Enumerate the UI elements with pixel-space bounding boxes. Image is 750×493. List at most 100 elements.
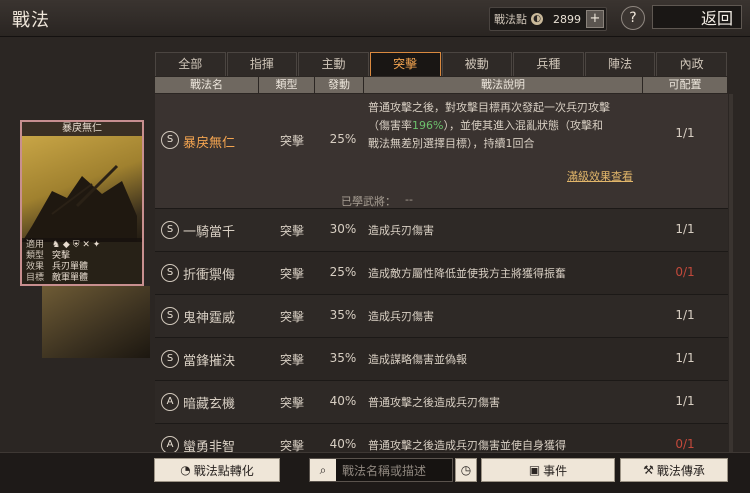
points-value: 2899 (553, 12, 581, 26)
event-button[interactable]: ▣ 事件 (481, 458, 615, 482)
tactic-type: 突擊 (279, 134, 304, 148)
tactic-rate: 30% (329, 222, 357, 236)
table-row[interactable]: S 鬼神霆威 突擊 35% 造成兵刃傷害 1/1 (155, 295, 728, 338)
tab-internal[interactable]: 內政 (656, 52, 727, 76)
learned-generals-label: 已學武將： (341, 195, 396, 208)
tactic-name: 一騎當千 (183, 225, 236, 240)
tab-troop-type[interactable]: 兵種 (513, 52, 584, 76)
tactic-description: 普通攻擊之後造成兵刃傷害並使自身獲得 (368, 439, 566, 452)
type-label: 類型 (26, 251, 45, 261)
scrollbar[interactable] (729, 94, 733, 458)
tactic-name: 暴戾無仁 (183, 136, 236, 151)
tactic-points: 戰法點 ◐ 2899 + (489, 7, 607, 31)
tactic-description: 普通攻擊之後，對攻擊目標再次發起一次兵刃攻擊 （傷害率196%），並使其進入混亂… (368, 99, 653, 153)
table-row[interactable]: S 當鋒摧決 突擊 35% 造成謀略傷害並偽報 1/1 (155, 338, 728, 381)
tab-bar: 全部 指揮 主動 突擊 被動 兵種 陣法 內政 (155, 52, 728, 76)
tab-command[interactable]: 指揮 (226, 52, 298, 76)
grade-badge: S (161, 131, 179, 149)
tab-active[interactable]: 主動 (298, 52, 369, 76)
help-button[interactable]: ? (621, 6, 645, 30)
type-value: 突擊 (52, 251, 71, 261)
tactic-rate: 40% (329, 437, 357, 451)
table-row[interactable]: S 折衝禦侮 突擊 25% 造成敵方屬性降低並使我方主將獲得振奮 0/1 (155, 252, 728, 295)
search-box[interactable]: ⌕ 戰法名稱或描述 (309, 458, 453, 482)
search-icon[interactable]: ⌕ (310, 459, 336, 481)
search-input[interactable]: 戰法名稱或描述 (342, 462, 426, 479)
tactic-rate: 40% (329, 394, 357, 408)
card-info: 適用 ♞ ◆ ⛨ ✕ ✦ 類型 突擊 效果 兵刃單體 目標 敵軍單體 (22, 238, 142, 284)
tab-assault[interactable]: 突擊 (369, 52, 441, 76)
tactic-type: 突擊 (279, 353, 304, 367)
tactic-config: 0/1 (675, 437, 695, 451)
tactic-description: 造成敵方屬性降低並使我方主將獲得振奮 (368, 267, 566, 280)
cycle-icon: ◔ (180, 463, 191, 477)
tactic-name: 折衝禦侮 (183, 268, 236, 283)
background-artwork (42, 286, 150, 358)
tactic-rate: 25% (329, 132, 357, 146)
desc-line: （傷害率196%），並使其進入混亂狀態（攻擊和 (368, 117, 653, 135)
event-icon: ▣ (528, 463, 541, 477)
top-bar: 戰法 戰法點 ◐ 2899 + ? 返回 (0, 0, 750, 37)
back-button[interactable]: 返回 (652, 5, 742, 29)
coin-icon: ◐ (531, 13, 543, 25)
convert-label: 戰法點轉化 (193, 463, 254, 478)
points-label: 戰法點 (494, 13, 527, 26)
card-artwork (22, 136, 142, 242)
tactic-config: 1/1 (675, 126, 695, 140)
grade-badge: S (161, 307, 179, 325)
tactic-rate: 35% (329, 308, 357, 322)
effect-label: 效果 (26, 262, 45, 272)
tactic-name: 當鋒摧決 (183, 354, 236, 369)
col-type: 類型 (259, 77, 314, 93)
apply-icons: ♞ ◆ ⛨ ✕ ✦ (52, 240, 101, 250)
effect-value: 兵刃單體 (52, 262, 89, 272)
grade-badge: S (161, 221, 179, 239)
table-row[interactable]: S 一騎當千 突擊 30% 造成兵刃傷害 1/1 (155, 209, 728, 252)
tactic-inherit-button[interactable]: ⚒ 戰法傳承 (620, 458, 728, 482)
tab-all[interactable]: 全部 (155, 52, 226, 76)
tactic-type: 突擊 (279, 267, 304, 281)
tactic-list: S 暴戾無仁 突擊 25% 普通攻擊之後，對攻擊目標再次發起一次兵刃攻擊 （傷害… (155, 94, 728, 458)
full-effect-link[interactable]: 滿級效果查看 (567, 168, 633, 184)
page-title: 戰法 (12, 10, 50, 31)
card-title: 暴戾無仁 (22, 122, 142, 136)
col-config: 可配置 (643, 77, 727, 93)
hammer-icon: ⚒ (643, 463, 654, 477)
col-desc: 戰法說明 (364, 77, 642, 93)
tactic-name: 暗藏玄機 (183, 397, 236, 412)
tactic-config: 1/1 (675, 308, 695, 322)
tactic-detail-card: 暴戾無仁 適用 ♞ ◆ ⛨ ✕ ✦ 類型 突擊 效果 兵刃單體 目標 敵軍單體 (20, 120, 144, 286)
desc-text: （傷害率 (368, 119, 412, 132)
grade-badge: S (161, 350, 179, 368)
table-row[interactable]: A 暗藏玄機 突擊 40% 普通攻擊之後造成兵刃傷害 1/1 (155, 381, 728, 424)
tactic-rate: 35% (329, 351, 357, 365)
tactic-name: 鬼神霆威 (183, 311, 236, 326)
back-label: 返回 (700, 9, 733, 28)
desc-line: 戰法無差別選擇目標），持續1回合 (368, 137, 535, 150)
desc-line: 普通攻擊之後，對攻擊目標再次發起一次兵刃攻擊 (368, 101, 610, 114)
learned-generals-value: -- (405, 193, 413, 206)
damage-rate: 196% (412, 119, 444, 132)
tactic-description: 普通攻擊之後造成兵刃傷害 (368, 396, 500, 409)
col-name: 戰法名 (155, 77, 258, 93)
clock-icon[interactable]: ◷ (455, 458, 477, 482)
tactic-description: 造成兵刃傷害 (368, 310, 434, 323)
add-points-button[interactable]: + (586, 10, 604, 28)
tactic-config: 1/1 (675, 394, 695, 408)
event-label: 事件 (543, 463, 568, 478)
tactic-config: 1/1 (675, 351, 695, 365)
tactic-description: 造成兵刃傷害 (368, 224, 434, 237)
tactic-type: 突擊 (279, 310, 304, 324)
grade-badge: A (161, 393, 179, 411)
desc-text: ），並使其進入混亂狀態（攻擊和 (443, 119, 603, 132)
col-rate: 發動 (315, 77, 363, 93)
tab-passive[interactable]: 被動 (441, 52, 513, 76)
tactic-config: 1/1 (675, 222, 695, 236)
convert-points-button[interactable]: ◔ 戰法點轉化 (154, 458, 280, 482)
target-label: 目標 (26, 273, 45, 283)
tab-formation[interactable]: 陣法 (584, 52, 656, 76)
expanded-row[interactable]: S 暴戾無仁 突擊 25% 普通攻擊之後，對攻擊目標再次發起一次兵刃攻擊 （傷害… (155, 94, 728, 209)
grade-badge: S (161, 264, 179, 282)
table-header: 戰法名 類型 發動 戰法說明 可配置 (155, 77, 728, 93)
target-value: 敵軍單體 (52, 273, 89, 283)
